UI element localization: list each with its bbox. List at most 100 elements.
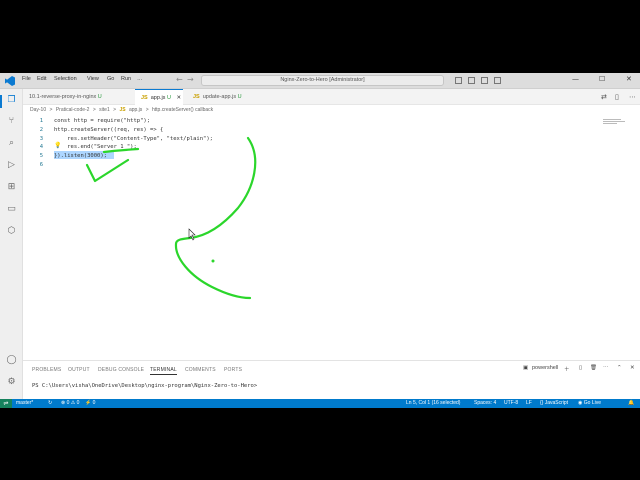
new-terminal-icon[interactable]: ＋ — [564, 365, 570, 373]
menu-selection[interactable]: Selection — [54, 76, 77, 82]
vscode-logo-icon — [5, 76, 15, 86]
menu-edit[interactable]: Edit — [37, 76, 46, 82]
terminal-shell-icon: ▣ — [523, 365, 529, 371]
split-terminal-icon[interactable]: ▯ — [579, 365, 582, 371]
crumb-app-js[interactable]: app.js — [129, 107, 142, 113]
run-debug-icon[interactable]: ▷ — [6, 160, 17, 171]
line-number: 5 — [39, 153, 43, 159]
line-number: 1 — [39, 118, 43, 124]
crumb-separator: > — [145, 107, 149, 113]
end-of-line[interactable]: LF — [526, 400, 532, 406]
tab-nginx[interactable]: 10.1-reverse-proxy-in-nginx U — [23, 89, 135, 105]
kill-terminal-icon[interactable]: 🗑 — [590, 365, 597, 371]
tab-ports[interactable]: PORTS — [224, 367, 242, 373]
tab-output[interactable]: OUTPUT — [68, 367, 90, 373]
customize-layout-icon[interactable] — [494, 77, 501, 84]
split-editor-icon[interactable]: ▯ — [615, 93, 619, 101]
status-bar: ⇌ master* ↻ ⊗ 0 ⚠ 0 ⚡ 0 Ln 5, Col 1 (16 … — [0, 399, 640, 408]
maximize-button[interactable]: ☐ — [599, 75, 605, 83]
tab-label: 10.1-reverse-proxy-in-nginx — [29, 94, 97, 100]
crumb-day-10[interactable]: Day-10 — [30, 107, 46, 113]
compare-icon[interactable]: ⇄ — [601, 93, 607, 101]
tab-label: app.js — [150, 95, 166, 101]
menu-run[interactable]: Run — [121, 76, 131, 82]
terminal-prompt[interactable]: PS C:\Users\visha\OneDrive\Desktop\nginx… — [32, 383, 257, 389]
vscode-window: File Edit Selection View Go Run … ← → Ng… — [0, 73, 640, 408]
panel-toggle-icon[interactable] — [468, 77, 475, 84]
settings-gear-icon[interactable]: ⚙ — [6, 377, 17, 388]
tab-problems[interactable]: PROBLEMS — [32, 367, 61, 373]
indentation[interactable]: Spaces: 4 — [474, 400, 496, 406]
crumb-site1[interactable]: site1 — [99, 107, 110, 113]
remote-indicator-icon[interactable]: ⇌ — [0, 399, 12, 408]
sync-icon[interactable]: ↻ — [48, 400, 52, 406]
code-line[interactable]: res.end("Server 1 "); — [54, 144, 137, 150]
tab-terminal[interactable]: TERMINAL — [150, 367, 177, 375]
go-live-button[interactable]: ◉ Go Live — [578, 400, 601, 406]
maximize-panel-icon[interactable]: ⌃ — [617, 365, 622, 371]
line-number: 6 — [39, 162, 43, 168]
code-editor[interactable]: 1 2 3 4 5 6 const http = require("http")… — [23, 116, 640, 360]
lightbulb-icon[interactable]: 💡 — [54, 142, 61, 149]
forward-arrow-icon[interactable]: → — [187, 75, 194, 84]
more-actions-icon[interactable]: ⋯ — [603, 365, 609, 371]
encoding[interactable]: UTF-8 — [504, 400, 518, 406]
minimize-button[interactable]: — — [572, 75, 579, 83]
bottom-panel: PROBLEMS OUTPUT DEBUG CONSOLE TERMINAL C… — [23, 360, 640, 399]
back-arrow-icon[interactable]: ← — [176, 75, 183, 84]
js-file-icon: JS — [119, 107, 126, 113]
crumb-separator: > — [113, 107, 117, 113]
active-indicator — [0, 95, 2, 108]
ports-indicator[interactable]: ⚡ 0 — [85, 400, 95, 406]
menu-go[interactable]: Go — [107, 76, 114, 82]
untracked-badge: U — [97, 94, 102, 100]
line-number: 4 — [39, 144, 43, 150]
close-panel-icon[interactable]: ✕ — [630, 365, 635, 371]
breadcrumb: Day-10 > Pratical-code-2 > site1 > JS ap… — [30, 107, 215, 113]
extensions-icon[interactable]: ⊞ — [6, 182, 17, 193]
problems-indicator[interactable]: ⊗ 0 ⚠ 0 — [61, 400, 79, 406]
crumb-callback[interactable]: http.createServer() callback — [152, 107, 213, 113]
crumb-pratical-code[interactable]: Pratical-code-2 — [56, 107, 90, 113]
layout-toggle-icon[interactable] — [455, 77, 462, 84]
crumb-separator: > — [49, 107, 53, 113]
tab-close-icon[interactable]: ✕ — [176, 95, 181, 101]
close-button[interactable]: ✕ — [626, 75, 632, 83]
sidebar-toggle-icon[interactable] — [481, 77, 488, 84]
tab-debug-console[interactable]: DEBUG CONSOLE — [98, 367, 144, 373]
editor-tabs: 10.1-reverse-proxy-in-nginx U JS app.js U… — [23, 89, 640, 105]
tab-update-app-js[interactable]: JS update-app.js U — [187, 89, 257, 105]
tab-label: update-app.js — [202, 94, 237, 100]
code-line[interactable]: const http = require("http"); — [54, 118, 150, 124]
js-file-icon: JS — [193, 94, 200, 100]
tab-app-js[interactable]: JS app.js U ✕ — [135, 89, 183, 105]
explorer-icon[interactable]: ❐ — [6, 95, 17, 106]
menu-view[interactable]: View — [87, 76, 99, 82]
account-icon[interactable]: ◯ — [6, 355, 17, 366]
untracked-badge: U — [237, 94, 242, 100]
code-line[interactable]: http.createServer((req, res) => { — [54, 127, 163, 133]
source-control-icon[interactable]: ⑂ — [6, 116, 17, 127]
more-actions-icon[interactable]: ⋯ — [629, 93, 636, 101]
branch-indicator[interactable]: master* — [16, 400, 33, 406]
go-live-label: Go Live — [583, 400, 601, 406]
js-file-icon: JS — [141, 95, 148, 101]
cursor-position[interactable]: Ln 5, Col 1 (16 selected) — [406, 400, 460, 406]
packages-icon[interactable]: ⬡ — [6, 226, 17, 237]
notifications-icon[interactable]: 🔔 — [628, 400, 634, 406]
tab-comments[interactable]: COMMENTS — [185, 367, 216, 373]
crumb-separator: > — [92, 107, 96, 113]
minimap[interactable] — [603, 118, 627, 128]
code-line[interactable]: }).listen(3000); — [54, 153, 107, 159]
search-icon[interactable]: ⌕ — [6, 138, 17, 149]
menu-more[interactable]: … — [137, 76, 143, 82]
menu-file[interactable]: File — [22, 76, 31, 82]
line-number: 3 — [39, 136, 43, 142]
untracked-badge: U — [166, 95, 171, 101]
terminal-shell-label[interactable]: powershell — [532, 365, 558, 371]
remote-explorer-icon[interactable]: ▭ — [6, 204, 17, 215]
language-mode[interactable]: {} JavaScript — [540, 400, 568, 406]
activity-bar: ❐ ⑂ ⌕ ▷ ⊞ ▭ ⬡ ◯ ⚙ — [0, 89, 23, 399]
code-line[interactable]: res.setHeader("Content-Type", "text/plai… — [54, 136, 213, 142]
command-center[interactable]: Nginx-Zero-to-Hero [Administrator] — [201, 75, 444, 86]
